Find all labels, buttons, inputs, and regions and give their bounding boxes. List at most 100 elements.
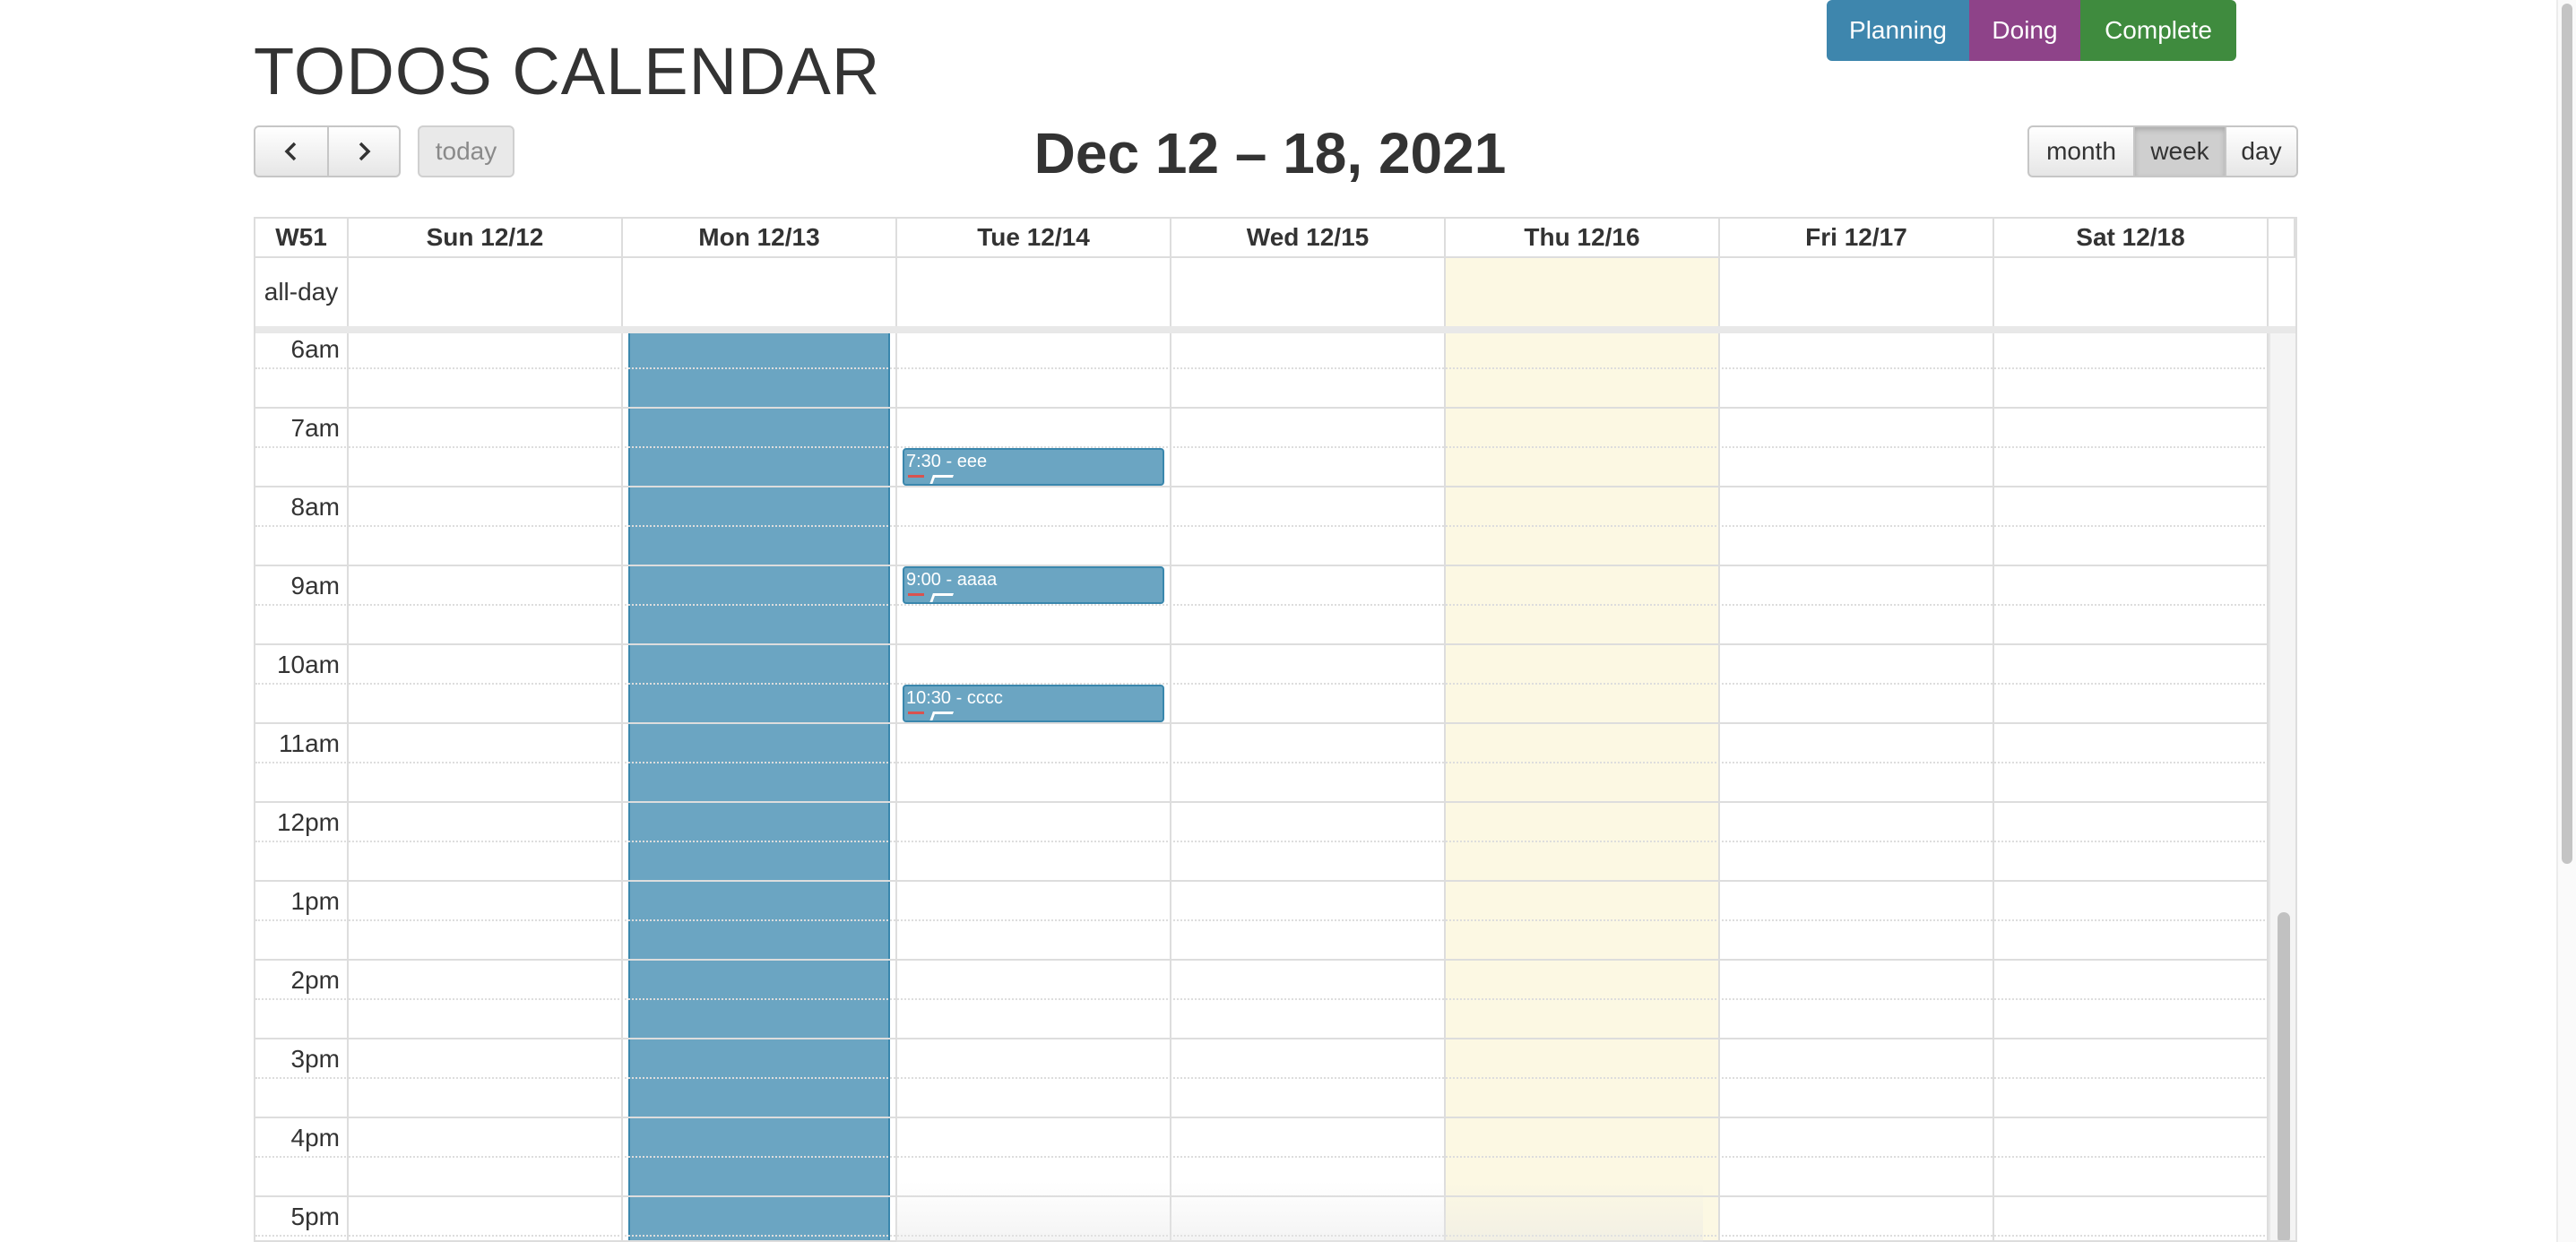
hour-line (349, 722, 2269, 724)
all-day-cell[interactable] (897, 258, 1171, 326)
time-label: 9am (290, 572, 340, 599)
day-column[interactable] (349, 333, 623, 1240)
axis-hour-line (255, 1038, 349, 1039)
hour-line (349, 959, 2269, 961)
axis-hour-line (255, 407, 349, 409)
hour-line (349, 1195, 2269, 1197)
view-day-button[interactable]: day (2225, 127, 2296, 176)
page-title: TODOS CALENDAR (254, 34, 881, 108)
time-label: 2pm (290, 966, 340, 994)
axis-half-hour-line (255, 525, 349, 527)
all-day-cell[interactable] (349, 258, 623, 326)
next-button[interactable] (327, 127, 399, 176)
event-title: 7:30 - eee (906, 452, 988, 471)
axis-half-hour-line (255, 1156, 349, 1158)
status-flag-icon (908, 712, 924, 720)
axis-half-hour-line (255, 683, 349, 685)
chevron-right-icon (359, 142, 371, 161)
axis-half-hour-line (255, 998, 349, 1000)
page-scrollbar-thumb[interactable] (2562, 4, 2572, 864)
hour-line (349, 1038, 2269, 1039)
event-block[interactable]: 10:30 - cccc (903, 685, 1164, 722)
half-hour-line (349, 1156, 2269, 1158)
time-label: 4pm (290, 1124, 340, 1151)
edit-icon (929, 475, 955, 484)
all-day-cell[interactable] (1171, 258, 1446, 326)
day-column[interactable] (1171, 333, 1446, 1240)
axis-half-hour-line (255, 367, 349, 369)
day-header[interactable]: Fri 12/17 (1720, 219, 1994, 256)
axis-hour-line (255, 880, 349, 882)
day-header[interactable]: Mon 12/13 (623, 219, 897, 256)
hour-line (349, 565, 2269, 566)
time-label: 7am (290, 414, 340, 442)
date-range-title: Dec 12 – 18, 2021 (1033, 121, 1507, 185)
day-header[interactable]: Tue 12/14 (897, 219, 1171, 256)
half-hour-line (349, 841, 2269, 842)
axis-half-hour-line (255, 841, 349, 842)
time-label: 1pm (290, 887, 340, 915)
edit-icon (929, 712, 955, 720)
week-number: W51 (255, 219, 349, 256)
day-header[interactable]: Wed 12/15 (1171, 219, 1446, 256)
calendar-scrollbar-thumb[interactable] (2278, 912, 2290, 1240)
half-hour-line (349, 1235, 2269, 1237)
day-header-row: W51 Sun 12/12 Mon 12/13 Tue 12/14 Wed 12/15… (255, 219, 2295, 258)
all-day-cell[interactable] (1994, 258, 2269, 326)
day-header[interactable]: Sat 12/18 (1994, 219, 2269, 256)
half-hour-line (349, 683, 2269, 685)
all-week-event-block[interactable] (628, 333, 890, 1240)
status-flag-icon (908, 475, 924, 483)
day-column[interactable] (1720, 333, 1994, 1240)
time-label: 10am (276, 651, 340, 678)
all-day-cell[interactable] (1720, 258, 1994, 326)
axis-hour-line (255, 565, 349, 566)
status-flag-icon (908, 593, 924, 601)
hour-line (349, 486, 2269, 487)
day-column[interactable] (1446, 333, 1720, 1240)
time-label: 8am (290, 493, 340, 521)
all-day-cell[interactable] (1446, 258, 1720, 326)
half-hour-line (349, 998, 2269, 1000)
day-column[interactable] (1994, 333, 2269, 1240)
todos-calendar-page: Planning Doing Complete TODOS CALENDAR t… (0, 0, 2576, 1242)
time-label: 6am (290, 335, 340, 363)
time-label: 3pm (290, 1045, 340, 1073)
all-day-label: all-day (255, 258, 349, 326)
axis-hour-line (255, 486, 349, 487)
day-header[interactable]: Sun 12/12 (349, 219, 623, 256)
axis-hour-line (255, 1195, 349, 1197)
time-label: 12pm (276, 808, 340, 836)
half-hour-line (349, 367, 2269, 369)
day-header[interactable]: Thu 12/16 (1446, 219, 1720, 256)
axis-half-hour-line (255, 919, 349, 921)
half-hour-line (349, 762, 2269, 763)
axis-hour-line (255, 959, 349, 961)
axis-hour-line (255, 1117, 349, 1118)
hour-line (349, 1117, 2269, 1118)
all-day-cell[interactable] (623, 258, 897, 326)
event-block[interactable]: 7:30 - eee (903, 448, 1164, 486)
view-month-button[interactable]: month (2029, 127, 2133, 176)
view-week-button[interactable]: week (2133, 127, 2225, 176)
prev-button[interactable] (255, 127, 327, 176)
today-button[interactable]: today (418, 125, 514, 177)
status-legend: Planning Doing Complete (1827, 0, 2236, 61)
hour-line (349, 643, 2269, 645)
hour-line (349, 801, 2269, 803)
axis-half-hour-line (255, 1077, 349, 1079)
time-grid[interactable]: 7:30 - eee 9:00 - aaaa 10:30 - cccc 6am 7am 8… (255, 333, 2295, 1240)
calendar-scrollbar[interactable] (2269, 333, 2295, 1240)
half-hour-line (349, 604, 2269, 606)
axis-half-hour-line (255, 604, 349, 606)
status-complete-button[interactable]: Complete (2080, 0, 2236, 61)
status-doing-button[interactable]: Doing (1969, 0, 2080, 61)
time-label: 5pm (290, 1203, 340, 1230)
hour-line (349, 407, 2269, 409)
status-planning-button[interactable]: Planning (1827, 0, 1969, 61)
event-block[interactable]: 9:00 - aaaa (903, 566, 1164, 604)
page-scrollbar[interactable] (2556, 0, 2576, 1242)
axis-hour-line (255, 801, 349, 803)
half-hour-line (349, 1077, 2269, 1079)
week-calendar: W51 Sun 12/12 Mon 12/13 Tue 12/14 Wed 12/15… (254, 217, 2297, 1242)
